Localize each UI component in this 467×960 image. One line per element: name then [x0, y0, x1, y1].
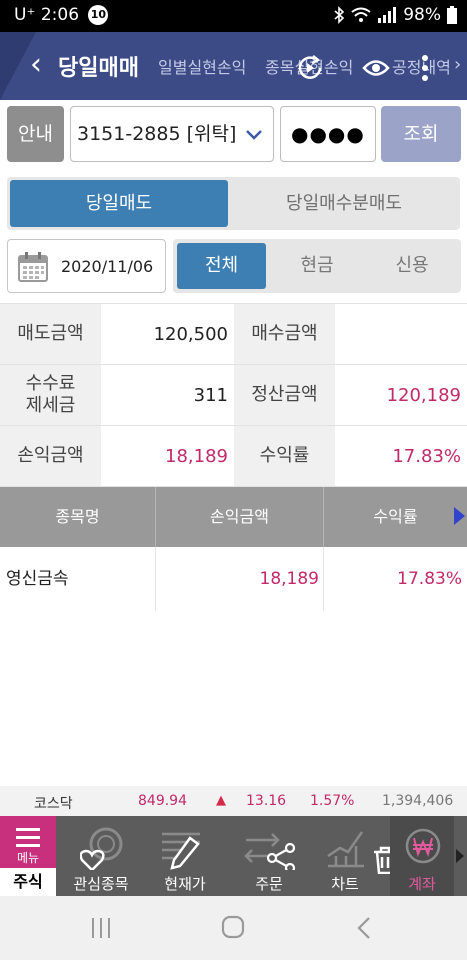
- watchlist-heart-icon: [80, 827, 123, 870]
- header-scroll-right-icon[interactable]: ›: [454, 54, 461, 75]
- home-icon[interactable]: [221, 915, 245, 939]
- battery-icon: [447, 6, 457, 24]
- market-volume: 1,394,406: [382, 793, 454, 809]
- query-button[interactable]: 조회: [381, 106, 461, 162]
- column-stock-name[interactable]: 종목명: [0, 487, 155, 547]
- back-nav-icon[interactable]: [356, 916, 372, 940]
- more-vertical-icon[interactable]: [420, 54, 430, 82]
- scroll-right-icon[interactable]: [454, 507, 465, 525]
- page-title: 당일매매: [58, 56, 139, 81]
- settle-amount-label: 정산금액: [234, 365, 335, 425]
- system-nav-bar: [0, 896, 467, 960]
- nav-account[interactable]: 계좌: [390, 816, 454, 896]
- chart-icon: [327, 831, 364, 868]
- nav-chart-label: 차트: [331, 875, 359, 893]
- sell-amount-value: 120,500: [101, 304, 234, 364]
- nav-order-label: 주문: [255, 875, 283, 893]
- up-arrow-icon: ▲: [216, 793, 226, 808]
- date-picker[interactable]: 2020/11/06: [7, 239, 166, 293]
- battery-percent: 98%: [403, 5, 441, 25]
- nav-current-price[interactable]: 현재가: [146, 816, 224, 896]
- row-pnl: 18,189: [259, 569, 319, 589]
- wifi-icon: [351, 7, 371, 22]
- filter-cash[interactable]: 현금: [273, 243, 361, 289]
- tab-daily-realized-pnl[interactable]: 일별실현손익: [158, 54, 246, 78]
- order-share-icon: [244, 833, 296, 870]
- nav-order[interactable]: 주문: [230, 816, 308, 896]
- tab-today-buy-sell[interactable]: 당일매수분매도: [231, 180, 457, 227]
- buy-amount-value: [335, 304, 467, 364]
- account-row: 안내 3151-2885 [위탁] ●●●● 조회: [0, 100, 467, 168]
- calendar-icon: [18, 252, 48, 282]
- chevron-down-icon: [246, 130, 262, 140]
- fee-tax-label: 수수료 제세금: [0, 365, 101, 425]
- bottom-nav: 메뉴 주식 관심종목 현재가 주문 차트 계좌: [0, 816, 467, 896]
- market-ticker[interactable]: 코스닥 849.94 ▲ 13.16 1.57% 1,394,406: [0, 786, 467, 816]
- recent-apps-icon[interactable]: [90, 916, 112, 940]
- back-button[interactable]: ‹: [30, 48, 42, 82]
- filter-all[interactable]: 전체: [177, 243, 266, 289]
- rate-label: 수익률: [234, 426, 335, 486]
- tab-today-sell[interactable]: 당일매도: [10, 180, 228, 227]
- summary-grid: 매도금액 120,500 매수금액 수수료 제세금 311 정산금액 120,1…: [0, 303, 467, 487]
- market-change-percent: 1.57%: [310, 793, 355, 809]
- pnl-label: 손익금액: [0, 426, 101, 486]
- rate-value: 17.83%: [335, 426, 467, 486]
- eye-icon[interactable]: [362, 57, 390, 79]
- date-value: 2020/11/06: [61, 257, 154, 276]
- market-change: 13.16: [246, 793, 287, 809]
- column-pnl[interactable]: 손익금액: [156, 487, 323, 547]
- market-index-name: 코스닥: [34, 796, 73, 812]
- nav-account-label: 계좌: [408, 875, 436, 893]
- app-header: ‹ 당일매매 일별실현손익 종목실현손익 공정내역 ›: [0, 32, 467, 100]
- sell-type-segment: 당일매도 당일매수분매도: [7, 177, 460, 230]
- column-rate[interactable]: 수익률: [324, 487, 467, 547]
- status-time: 2:06: [40, 5, 80, 25]
- refresh-icon[interactable]: [296, 55, 324, 81]
- row-rate: 17.83%: [397, 569, 462, 589]
- won-coin-icon: [405, 828, 441, 864]
- guide-button[interactable]: 안내: [7, 106, 64, 162]
- menu-label: 메뉴: [16, 851, 40, 865]
- nav-watchlist-label: 관심종목: [73, 875, 129, 893]
- account-select[interactable]: 3151-2885 [위탁]: [70, 106, 274, 162]
- fee-value: 311: [101, 365, 234, 425]
- carrier-label: U⁺: [14, 5, 36, 25]
- pnl-value: 18,189: [101, 426, 234, 486]
- table-header: 종목명 손익금액 수익률: [0, 487, 467, 547]
- bluetooth-icon: [334, 6, 345, 24]
- password-field[interactable]: ●●●●: [280, 106, 376, 162]
- table-row[interactable]: 영신금속 18,189 17.83%: [0, 547, 467, 611]
- date-filter-row: 2020/11/06 전체 현금 신용: [0, 238, 467, 296]
- fee-label: 수수료: [25, 373, 76, 394]
- stock-category-label[interactable]: 주식: [0, 868, 56, 896]
- market-index-value: 849.94: [138, 793, 187, 809]
- signal-icon: [378, 7, 397, 23]
- account-number: 3151-2885 [위탁]: [77, 123, 237, 145]
- row-stock-name: 영신금속: [6, 569, 69, 589]
- menu-button[interactable]: 메뉴 주식: [0, 816, 56, 896]
- sell-amount-label: 매도금액: [0, 304, 101, 364]
- nav-watchlist[interactable]: 관심종목: [62, 816, 140, 896]
- nav-current-price-label: 현재가: [164, 875, 206, 893]
- status-bar: U⁺ 2:06 10 98%: [0, 0, 467, 32]
- nav-scroll-right-icon[interactable]: [456, 849, 464, 863]
- filter-segment: 전체 현금 신용: [173, 239, 461, 293]
- current-price-pen-icon: [162, 832, 200, 870]
- tax-label: 제세금: [25, 395, 76, 416]
- buy-amount-label: 매수금액: [234, 304, 335, 364]
- settle-amount-value: 120,189: [335, 365, 467, 425]
- notification-count-badge: 10: [88, 5, 109, 25]
- filter-credit[interactable]: 신용: [367, 243, 457, 289]
